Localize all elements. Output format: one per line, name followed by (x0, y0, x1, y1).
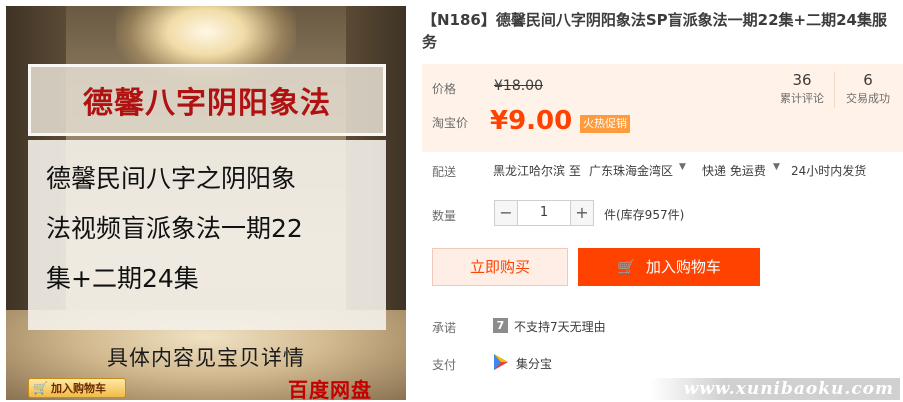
cart-icon: 🛒 (617, 258, 636, 276)
image-banner: 德馨八字阴阳象法 (28, 64, 386, 136)
image-desc-line-1: 德馨民间八字之阴阳象 (46, 164, 297, 193)
add-to-cart-label: 加入购物车 (645, 258, 721, 276)
stat-transactions-value: 6 (863, 71, 873, 89)
jifenbao-icon (494, 354, 508, 370)
stat-transactions[interactable]: 6 交易成功 (838, 70, 898, 108)
shipping-label: 配送 (432, 165, 457, 179)
sale-price: ¥9.00 (490, 106, 573, 136)
buy-now-button[interactable]: 立即购买 (432, 248, 568, 286)
image-description-box: 德馨民间八字之阴阳象 法视频盲派象法一期22 集+二期24集 (28, 140, 386, 330)
taobao-price-label: 淘宝价 (432, 116, 469, 130)
image-desc-line-3: 集+二期24集 (46, 264, 199, 293)
product-title: 【N186】德馨民间八字阴阳象法SP盲派象法一期22集+二期24集服务 (422, 11, 887, 51)
shipping-method[interactable]: 快递 免运费 (702, 162, 766, 179)
image-pan-label: 百度网盘 (288, 378, 372, 400)
stock-info: 件(库存957件) (604, 208, 685, 222)
product-image[interactable]: 德馨八字阴阳象法 德馨民间八字之阴阳象 法视频盲派象法一期22 集+二期24集 … (6, 6, 406, 400)
stat-reviews-value: 36 (792, 71, 812, 89)
payment-label: 支付 (432, 358, 457, 372)
site-watermark: www.xunibaoku.com (650, 378, 900, 400)
quantity-input[interactable]: 1 (518, 200, 570, 226)
promise-label: 承诺 (432, 321, 457, 335)
cart-icon: 🛒 (33, 381, 48, 395)
quantity-increase-button[interactable]: + (570, 200, 594, 226)
quantity-decrease-button[interactable]: − (494, 200, 518, 226)
stat-divider (834, 72, 835, 108)
image-banner-title: 德馨八字阴阳象法 (83, 86, 331, 121)
quantity-label: 数量 (432, 209, 457, 223)
destination-dropdown-icon[interactable]: ▼ (679, 162, 686, 172)
seven-day-icon: 7 (493, 318, 508, 333)
shipping-eta: 24小时内发货 (791, 164, 867, 178)
promo-badge: 火热促销 (580, 115, 630, 133)
stat-transactions-label: 交易成功 (846, 92, 890, 105)
price-label: 价格 (432, 82, 457, 96)
method-dropdown-icon[interactable]: ▼ (773, 162, 780, 172)
payment-method: 集分宝 (516, 357, 553, 371)
promise-text: 不支持7天无理由 (514, 320, 606, 334)
stat-reviews[interactable]: 36 累计评论 (772, 70, 832, 108)
shipping-destination[interactable]: 广东珠海金湾区 (589, 162, 673, 179)
image-sub-note: 具体内容见宝贝详情 (107, 346, 305, 370)
original-price: ¥18.00 (494, 78, 543, 94)
stat-reviews-label: 累计评论 (780, 92, 824, 105)
image-cart-badge: 🛒 加入购物车 (28, 378, 126, 398)
add-to-cart-button[interactable]: 🛒 加入购物车 (578, 248, 760, 286)
image-desc-line-2: 法视频盲派象法一期22 (46, 214, 303, 243)
price-panel: 价格 ¥18.00 淘宝价 ¥9.00 火热促销 36 累计评论 6 交易成功 (422, 64, 903, 152)
shipping-from: 黑龙江哈尔滨 至 (493, 164, 581, 178)
image-cart-badge-label: 加入购物车 (50, 382, 106, 395)
